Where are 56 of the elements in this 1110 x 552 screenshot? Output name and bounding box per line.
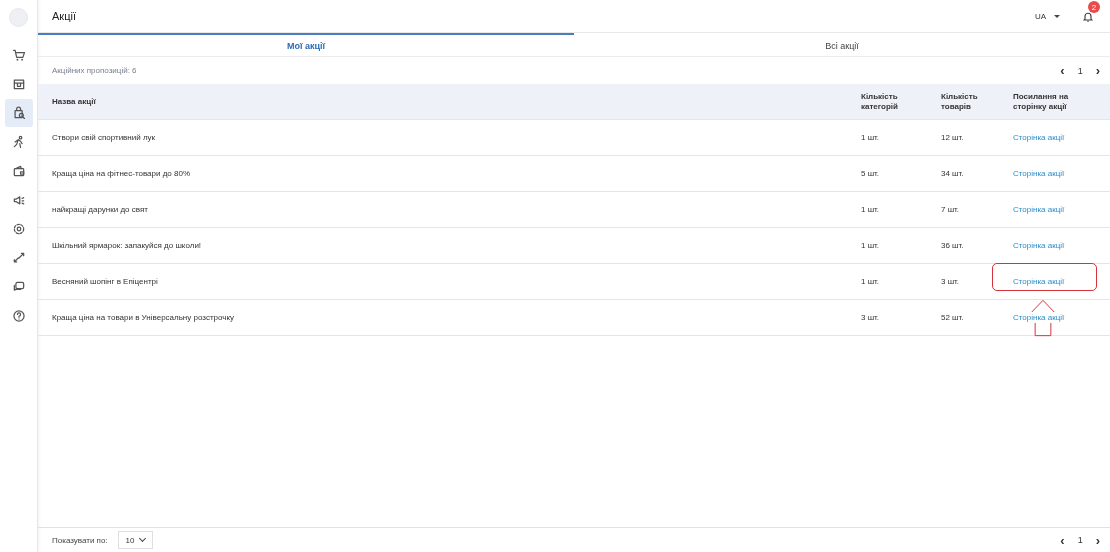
table-cell-text: 3 шт. [861,312,881,323]
storefront-icon [11,77,26,91]
notification-bell-icon[interactable] [1082,11,1094,23]
shopping-bag-icon [11,106,26,120]
tab[interactable]: Всі акції [574,33,1110,56]
wallet-icon [11,164,26,178]
page-size-select[interactable]: 10 [117,531,153,549]
table-cell-text: 1 шт. [861,132,881,143]
table-cell-text: найкращі дарунки до свят [52,204,149,215]
table-cell-text: 12 шт. [941,132,965,143]
promotion-page-link[interactable]: Сторінка акції [1013,203,1065,215]
table-cell-text: Весняний шопінг в Епіцентрі [52,276,159,287]
notification-count: 2 [1088,1,1100,13]
logo-icon [9,8,28,27]
table-cell-text: 52 шт. [941,312,965,323]
table-cell-text: 7 шт. [941,204,961,215]
table-cell-text: Краща ціна на фітнес-товари до 80% [52,168,192,179]
column-header: Кількість товарів [941,91,979,112]
next-page-button[interactable]: › [1095,64,1100,77]
table-cell-text: 3 шт. [941,276,961,287]
cart-icon [11,48,26,62]
next-page-button[interactable]: › [1095,533,1100,547]
promotion-page-link[interactable]: Сторінка акції [1013,167,1065,179]
table-cell-text: 1 шт. [861,240,881,251]
promotion-page-link[interactable]: Сторінка акції [1013,239,1065,251]
column-header: Посилання на сторінку акції [1013,91,1070,112]
promotion-page-link[interactable]: Сторінка акції [1013,275,1065,287]
sidebar-item[interactable] [4,99,33,127]
page-size-label: Показувати по: [52,535,108,545]
table-cell-text: 5 шт. [861,168,881,179]
promotion-page-link[interactable]: Сторінка акції [1013,131,1065,143]
page-number[interactable]: 1 [1077,65,1083,76]
page-title: Акції [52,10,77,22]
tab[interactable]: Мої акції [38,33,574,56]
exchange-arrows-icon [11,251,26,265]
caret-icon [1054,14,1060,18]
page-number[interactable]: 1 [1077,535,1083,545]
table-cell-text: 36 шт. [941,240,965,251]
runner-icon [11,135,26,149]
table-cell-text: Краща ціна на товари в Універсальну розстрочку [52,312,236,323]
settings-icon [11,222,26,236]
table-cell-text: 1 шт. [861,204,881,215]
promotions-count: Акційних пропозицій: 6 [52,66,137,75]
table-cell-text: Шкільний ярмарок: запакуйся до школи! [52,240,203,251]
megaphone-icon [11,193,26,207]
previous-page-button[interactable]: ‹ [1060,64,1065,77]
promotion-page-link[interactable]: Сторінка акції [1013,311,1065,323]
column-header: Кількість категорій [861,91,899,112]
column-header: Назва акції [52,96,97,107]
language-select[interactable]: UA [1034,11,1060,21]
table-cell-text: 1 шт. [861,276,881,287]
help-icon [11,309,26,323]
chat-icon [11,280,26,294]
previous-page-button[interactable]: ‹ [1060,533,1065,547]
table-cell-text: 34 шт. [941,168,965,179]
table-cell-text: Створи свій спортивний лук [52,132,157,143]
